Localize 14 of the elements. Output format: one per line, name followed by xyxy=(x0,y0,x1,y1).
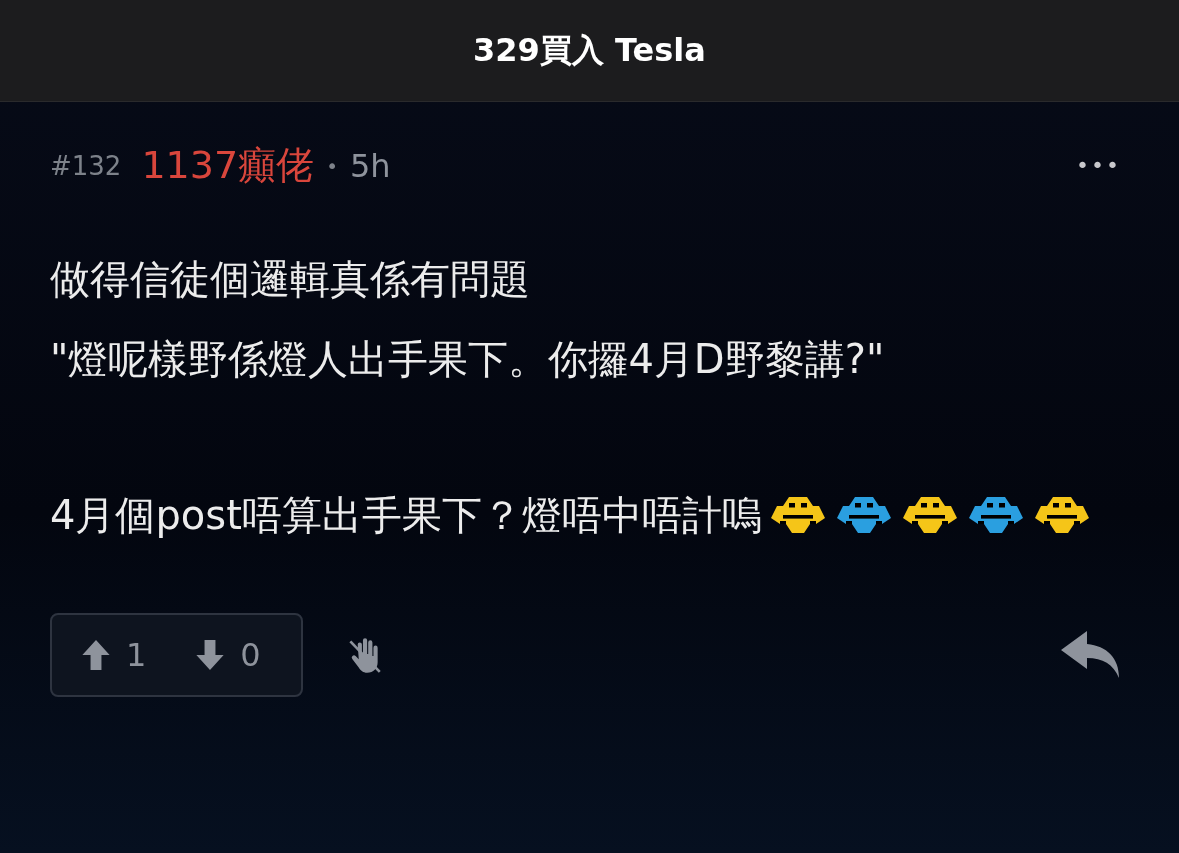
down-arrow-icon xyxy=(196,640,225,670)
downvote-button[interactable]: 0 xyxy=(196,636,261,674)
post-time: 5h xyxy=(349,146,391,185)
post-number: #132 xyxy=(50,150,122,181)
more-button[interactable]: ••• xyxy=(1076,153,1121,178)
up-arrow-icon xyxy=(82,640,110,670)
reply-icon[interactable] xyxy=(1061,631,1121,679)
author-name[interactable]: 1137癲佬 xyxy=(141,140,315,191)
separator-dot: • xyxy=(326,153,338,178)
thread-title: 329買入 Tesla xyxy=(473,29,706,71)
post-text: "燈呢樣野係燈人出手果下。你攞4月D野黎講?" xyxy=(50,335,886,384)
upvote-button[interactable]: 1 xyxy=(82,636,147,674)
post-text: 做得信徒個邏輯真係有問題 xyxy=(50,255,531,304)
post-text: 4月個post唔算出手果下？燈唔中唔計嗚 xyxy=(50,492,762,538)
